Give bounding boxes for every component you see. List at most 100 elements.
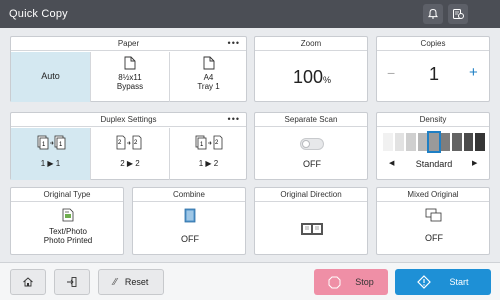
zoom-panel[interactable]: Zoom 100% bbox=[254, 36, 368, 102]
density-title: Density bbox=[419, 115, 447, 124]
notification-button[interactable] bbox=[423, 4, 443, 24]
mixed-original-header: Mixed Original bbox=[377, 188, 489, 202]
duplex-option-label: 1 ▶ 2 bbox=[198, 159, 219, 168]
paper-panel: Paper ••• Auto 8½x11 Bypass A4 Tray 1 bbox=[10, 36, 247, 102]
start-button[interactable]: Start bbox=[395, 269, 491, 295]
paper-option-label: Auto bbox=[41, 71, 60, 81]
stop-label: Stop bbox=[355, 277, 374, 287]
logout-button[interactable] bbox=[54, 269, 90, 295]
density-level[interactable] bbox=[463, 133, 474, 151]
reset-button[interactable]: ⁄⁄ Reset bbox=[98, 269, 164, 295]
density-level[interactable] bbox=[475, 133, 485, 151]
copies-panel: Copies − 1 + bbox=[376, 36, 490, 102]
document-photo-icon bbox=[62, 208, 74, 222]
density-header: Density bbox=[377, 113, 489, 127]
original-type-header: Original Type bbox=[11, 188, 123, 202]
duplex-panel: Duplex Settings ••• 1 1 1 ▶ 1 2 2 2 ▶ 2 bbox=[10, 112, 247, 180]
original-type-line1: Text/Photo bbox=[49, 227, 87, 236]
start-label: Start bbox=[449, 277, 469, 287]
logout-icon bbox=[67, 277, 77, 287]
paper-header: Paper ••• bbox=[11, 37, 246, 51]
mixed-original-title: Mixed Original bbox=[407, 190, 459, 199]
paper-option-tray: Bypass bbox=[116, 82, 144, 91]
original-type-title: Original Type bbox=[43, 190, 91, 199]
duplex-option-label: 1 ▶ 1 bbox=[40, 159, 61, 168]
stop-icon bbox=[328, 276, 341, 288]
duplex-option-1to2[interactable]: 1 2 1 ▶ 2 bbox=[170, 128, 247, 180]
duplex-2to2-icon: 2 2 bbox=[116, 135, 142, 150]
zoom-unit: % bbox=[323, 75, 332, 85]
zoom-title: Zoom bbox=[300, 39, 322, 48]
separate-scan-header: Separate Scan bbox=[255, 113, 367, 127]
combine-content: OFF bbox=[133, 208, 247, 244]
original-direction-content bbox=[255, 222, 369, 241]
mixed-original-value: OFF bbox=[425, 233, 443, 243]
increment-button[interactable]: + bbox=[469, 64, 478, 81]
combine-value: OFF bbox=[181, 234, 199, 244]
original-direction-header: Original Direction bbox=[255, 188, 367, 202]
paper-sheet-icon bbox=[124, 56, 136, 70]
zoom-header: Zoom bbox=[255, 37, 367, 51]
original-direction-title: Original Direction bbox=[280, 190, 342, 199]
zoom-value: 100 bbox=[292, 67, 324, 87]
eraser-icon: ⁄⁄ bbox=[113, 276, 117, 288]
density-level[interactable] bbox=[440, 133, 451, 151]
stop-button[interactable]: Stop bbox=[314, 269, 388, 295]
separate-scan-panel[interactable]: Separate Scan OFF bbox=[254, 112, 368, 180]
original-type-panel[interactable]: Original Type Text/Photo Photo Printed bbox=[10, 187, 124, 255]
home-icon bbox=[23, 277, 33, 287]
toggle-knob bbox=[302, 140, 310, 148]
zoom-value-display: 100% bbox=[255, 67, 369, 88]
bell-icon bbox=[427, 8, 439, 19]
page-icon bbox=[184, 208, 196, 223]
paper-option-bypass[interactable]: 8½x11 Bypass bbox=[91, 52, 169, 102]
separate-scan-value: OFF bbox=[303, 159, 321, 169]
density-level[interactable] bbox=[417, 133, 428, 151]
title-bar: Quick Copy bbox=[0, 0, 500, 28]
combine-title: Combine bbox=[172, 190, 205, 199]
paper-option-tray: Tray 1 bbox=[197, 82, 220, 91]
reset-label: Reset bbox=[124, 277, 149, 287]
density-scale[interactable] bbox=[382, 131, 486, 153]
duplex-option-2to2[interactable]: 2 2 2 ▶ 2 bbox=[91, 128, 169, 180]
density-level[interactable] bbox=[406, 133, 416, 151]
mixed-original-content: OFF bbox=[377, 208, 491, 243]
density-level[interactable] bbox=[427, 131, 441, 153]
duplex-header: Duplex Settings ••• bbox=[11, 113, 246, 127]
duplex-1to1-icon: 1 1 bbox=[37, 135, 65, 150]
separate-scan-title: Separate Scan bbox=[284, 115, 338, 124]
page-title: Quick Copy bbox=[9, 8, 68, 20]
combine-panel[interactable]: Combine OFF bbox=[132, 187, 246, 255]
duplex-title: Duplex Settings bbox=[100, 115, 157, 124]
paper-option-auto[interactable]: Auto bbox=[11, 52, 90, 102]
density-level[interactable] bbox=[452, 133, 462, 151]
separate-scan-toggle[interactable] bbox=[300, 138, 324, 150]
account-icon bbox=[452, 8, 464, 19]
density-level[interactable] bbox=[394, 133, 405, 151]
combine-header: Combine bbox=[133, 188, 245, 202]
paper-option-label: A4 bbox=[203, 73, 214, 82]
mixed-original-panel[interactable]: Mixed Original OFF bbox=[376, 187, 490, 255]
copies-header: Copies bbox=[377, 37, 489, 51]
original-direction-icon bbox=[301, 223, 323, 235]
duplex-option-1to1[interactable]: 1 1 1 ▶ 1 bbox=[11, 128, 90, 180]
home-button[interactable] bbox=[10, 269, 46, 295]
start-diamond-icon bbox=[417, 275, 432, 289]
paper-more-button[interactable]: ••• bbox=[228, 37, 240, 49]
duplex-option-label: 2 ▶ 2 bbox=[120, 159, 140, 168]
original-type-content: Text/Photo Photo Printed bbox=[11, 208, 125, 245]
duplex-more-button[interactable]: ••• bbox=[228, 113, 240, 125]
copies-title: Copies bbox=[420, 39, 446, 48]
duplex-1to2-icon: 1 2 bbox=[195, 135, 222, 150]
original-direction-panel[interactable]: Original Direction bbox=[254, 187, 368, 255]
paper-title: Paper bbox=[117, 39, 140, 48]
original-type-line2: Photo Printed bbox=[43, 236, 93, 245]
paper-option-label: 8½x11 bbox=[118, 73, 142, 82]
paper-sheet-icon bbox=[203, 56, 214, 70]
density-increase-button[interactable]: ▶ bbox=[472, 159, 477, 167]
account-button[interactable] bbox=[448, 4, 468, 24]
paper-option-tray1[interactable]: A4 Tray 1 bbox=[170, 52, 247, 102]
density-panel: Density ◀ Standard ▶ bbox=[376, 112, 490, 180]
density-level[interactable] bbox=[383, 133, 393, 151]
mixed-pages-icon bbox=[425, 208, 442, 222]
